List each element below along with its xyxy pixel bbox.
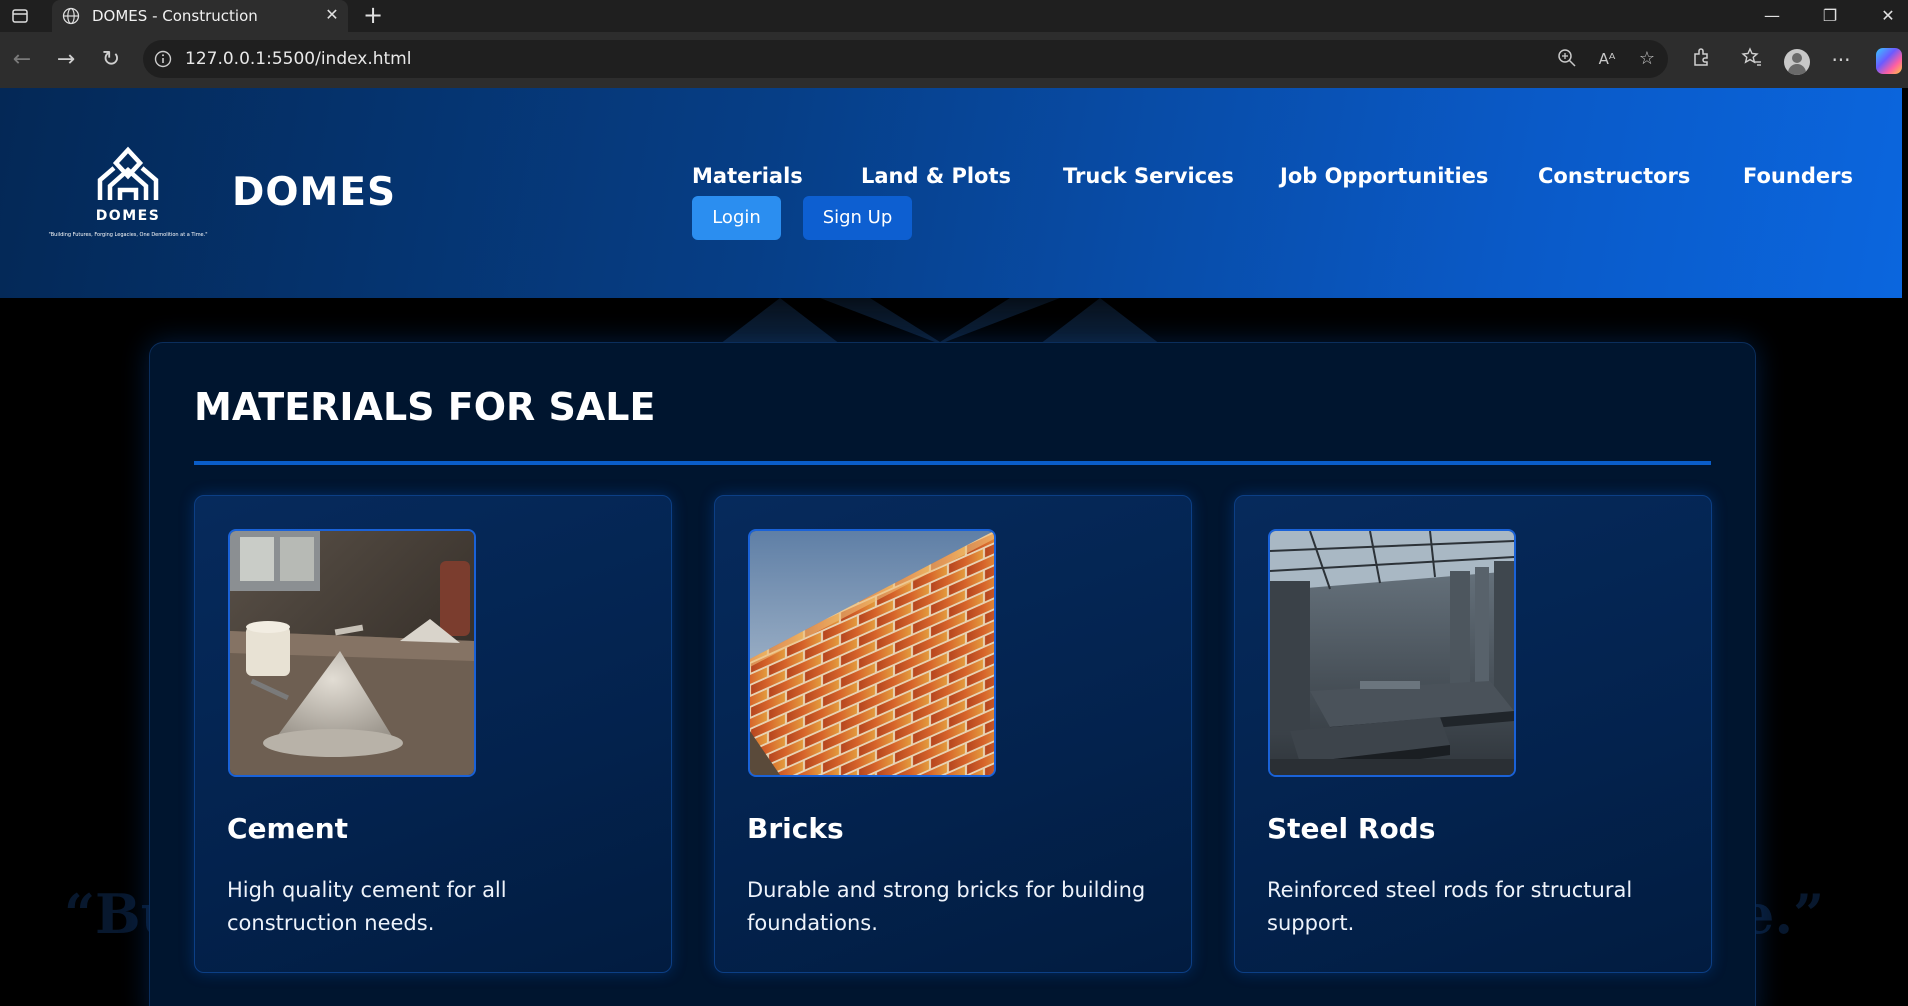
domes-logo[interactable]: DOMES "Building Futures, Forging Legacie… — [48, 146, 208, 242]
forward-icon[interactable]: → — [52, 46, 80, 74]
card-title-steel-rods: Steel Rods — [1267, 812, 1436, 845]
bricks-image — [748, 529, 996, 777]
site-header: DOMES "Building Futures, Forging Legacie… — [0, 88, 1902, 298]
material-card-cement[interactable]: Cement High quality cement for all const… — [194, 495, 672, 973]
close-window-icon[interactable]: ✕ — [1870, 4, 1906, 28]
back-icon[interactable]: ← — [8, 46, 36, 74]
restore-icon[interactable]: ❐ — [1812, 4, 1848, 28]
nav-materials[interactable]: Materials — [692, 164, 803, 188]
nav-land-plots[interactable]: Land & Plots — [861, 164, 1011, 188]
new-tab-icon[interactable]: + — [360, 3, 386, 29]
browser-tab-active[interactable]: DOMES - Construction ✕ — [52, 0, 348, 32]
page-viewport: “Bu e.” DOMES "Building Futures, Forging… — [0, 88, 1908, 1006]
browser-tab-bar: DOMES - Construction ✕ + — ❐ ✕ — [0, 0, 1908, 32]
signup-button[interactable]: Sign Up — [803, 196, 912, 240]
zoom-icon[interactable] — [1555, 47, 1579, 71]
favorites-icon[interactable] — [1738, 46, 1766, 74]
tab-title: DOMES - Construction — [92, 7, 258, 25]
nav-truck-services[interactable]: Truck Services — [1063, 164, 1234, 188]
copilot-icon[interactable] — [1876, 48, 1902, 74]
read-aloud-icon[interactable]: Aᴬ — [1595, 47, 1619, 71]
card-description-steel-rods: Reinforced steel rods for structural sup… — [1267, 878, 1633, 935]
logo-tagline: "Building Futures, Forging Legacies, One… — [48, 232, 207, 238]
url-text: 127.0.0.1:5500/index.html — [185, 49, 412, 69]
favorite-star-icon[interactable]: ☆ — [1635, 47, 1659, 71]
section-divider — [194, 461, 1711, 465]
minimize-icon[interactable]: — — [1754, 4, 1790, 28]
more-options-icon[interactable]: ··· — [1827, 46, 1855, 74]
material-card-bricks[interactable]: Bricks Durable and strong bricks for bui… — [714, 495, 1192, 973]
materials-section: MATERIALS FOR SALE Cement High quality c… — [149, 342, 1756, 1006]
extensions-icon[interactable] — [1688, 46, 1716, 74]
steel-rods-image — [1268, 529, 1516, 777]
background-roof-decoration — [720, 298, 1160, 344]
profile-avatar-icon[interactable] — [1784, 49, 1810, 75]
login-button[interactable]: Login — [692, 196, 781, 240]
globe-icon — [62, 7, 80, 25]
logo-text: DOMES — [96, 208, 161, 224]
reload-icon[interactable]: ↻ — [97, 46, 125, 74]
section-title: MATERIALS FOR SALE — [194, 385, 656, 429]
site-info-icon[interactable] — [153, 49, 173, 69]
nav-constructors[interactable]: Constructors — [1538, 164, 1690, 188]
address-bar[interactable]: 127.0.0.1:5500/index.html Aᴬ ☆ — [143, 40, 1668, 78]
brand-title: DOMES — [232, 170, 397, 215]
cement-image — [228, 529, 476, 777]
nav-founders[interactable]: Founders — [1743, 164, 1853, 188]
close-tab-icon[interactable]: ✕ — [322, 5, 342, 25]
nav-job-opportunities[interactable]: Job Opportunities — [1280, 164, 1488, 188]
browser-toolbar: ← → ↻ 127.0.0.1:5500/index.html Aᴬ ☆ ··· — [0, 32, 1908, 88]
tab-actions-icon[interactable] — [10, 6, 30, 26]
card-title-bricks: Bricks — [747, 812, 844, 845]
material-card-steel-rods[interactable]: Steel Rods Reinforced steel rods for str… — [1234, 495, 1712, 973]
card-description-cement: High quality cement for all construction… — [227, 878, 507, 935]
card-description-bricks: Durable and strong bricks for building f… — [747, 878, 1146, 935]
card-title-cement: Cement — [227, 812, 349, 845]
